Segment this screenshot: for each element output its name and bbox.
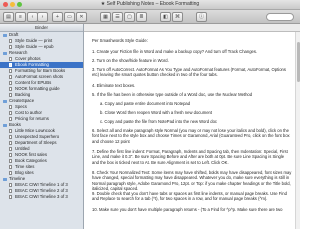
document-paragraph[interactable]: 6. Select all and make paragraph style N… [92, 128, 292, 144]
binder-header: Binder [0, 24, 83, 32]
zoom-window-button[interactable] [17, 2, 22, 7]
folder-icon [3, 177, 7, 181]
document-icon [9, 183, 12, 187]
document-icon [9, 171, 12, 175]
binder-sidebar: Binder Draft Style Guide — print Style Gui… [0, 24, 84, 229]
close-window-button[interactable] [3, 2, 8, 7]
document-icon [9, 57, 12, 61]
document-icon [9, 195, 12, 199]
document-icon [9, 135, 12, 139]
inspector-icon[interactable]: ⓘ [196, 12, 207, 22]
collections-icon[interactable]: ≡ [15, 12, 26, 22]
document-paragraph[interactable]: 7. Define the first line indent: Format,… [92, 149, 292, 165]
keywords-icon[interactable]: ⌘ [172, 12, 183, 22]
forward-arrow-icon[interactable]: › [37, 12, 48, 22]
scrivenings-icon[interactable]: ☰ [112, 12, 123, 22]
document-icon [9, 159, 12, 163]
document-icon [9, 141, 12, 145]
document-icon [9, 69, 12, 73]
scrollbar-thumb[interactable] [296, 42, 300, 82]
minimize-window-button[interactable] [10, 2, 15, 7]
document-icon [9, 39, 12, 43]
document-icon [9, 87, 12, 91]
document-paragraph[interactable]: 3. Turn off AutoCorrect. AutoFormat As Y… [92, 67, 292, 78]
document-icon [9, 117, 12, 121]
binder-item[interactable]: BISAC CIWI Timeline 3 of 3 [0, 194, 83, 200]
toolbar: ▤ ≡ ‹ › + ▭ ✕ ▦ ☰ ▢ ≣ ◧ ⌘ ⓘ [0, 10, 300, 24]
document-icon [9, 111, 12, 115]
document-paragraph[interactable]: 5. If the file has been in otherwise typ… [92, 92, 292, 97]
add-document-icon[interactable]: + [52, 12, 63, 22]
document-paragraph[interactable]: 4. Eliminate text boxes. [92, 83, 292, 88]
trash-icon[interactable]: ✕ [76, 12, 87, 22]
search-input[interactable] [266, 13, 294, 21]
document-icon [9, 93, 12, 97]
document-icon [9, 147, 12, 151]
document-icon [9, 129, 12, 133]
document-paragraph[interactable]: 10. Make sure you don't have multiple pa… [92, 207, 292, 212]
document-icon [9, 81, 12, 85]
document-icon [9, 105, 12, 109]
document-paragraph[interactable]: 2. Turn on the show/hide feature in Word… [92, 58, 292, 63]
folder-icon [3, 51, 7, 55]
document-icon [9, 153, 12, 157]
binder-toggle-icon[interactable]: ▤ [3, 12, 14, 22]
document-paragraph[interactable]: b. Close Word then reopen Word with a fr… [100, 110, 292, 115]
document-paragraph[interactable]: 8. Check Your Normalized Text: Some item… [92, 170, 292, 191]
binder-item-label: BISAC CIWI Timeline 3 of 3 [15, 194, 68, 199]
window-titlebar: ★ Self Publishing Notes – Ebook Formatti… [0, 0, 300, 10]
document-icon [9, 45, 12, 49]
document-paragraph[interactable]: c. Copy and paste the file from NotePad … [100, 119, 292, 124]
group-mode-icon[interactable]: ▦ [100, 12, 111, 22]
binder-list: Draft Style Guide — print Style Guide — ep… [0, 32, 83, 200]
window-title: ★ Self Publishing Notes – Ebook Formatti… [100, 1, 200, 7]
compose-mode-icon[interactable]: ◧ [160, 12, 171, 22]
document-icon [9, 165, 12, 169]
document-paragraph[interactable]: Per Smashwords Style Guide: [92, 38, 292, 43]
document-paragraph[interactable]: a. Copy and paste entire document into N… [100, 101, 292, 106]
corkboard-icon[interactable]: ▢ [124, 12, 135, 22]
format-ruler[interactable] [84, 24, 300, 32]
outliner-icon[interactable]: ≣ [136, 12, 147, 22]
add-folder-icon[interactable]: ▭ [64, 12, 75, 22]
folder-icon [3, 99, 7, 103]
document-paragraph[interactable]: 1. Create your Fiction file in Word and … [92, 49, 292, 54]
folder-icon [3, 123, 7, 127]
document-editor[interactable]: Per Smashwords Style Guide: 1. Create you… [84, 32, 300, 229]
document-icon [9, 63, 12, 67]
document-icon [9, 75, 12, 79]
editor-scrollbar[interactable] [295, 32, 300, 229]
document-icon [9, 189, 12, 193]
folder-icon [3, 33, 7, 37]
document-paragraph[interactable]: 9. Double check that you don't have tabs… [92, 191, 292, 202]
